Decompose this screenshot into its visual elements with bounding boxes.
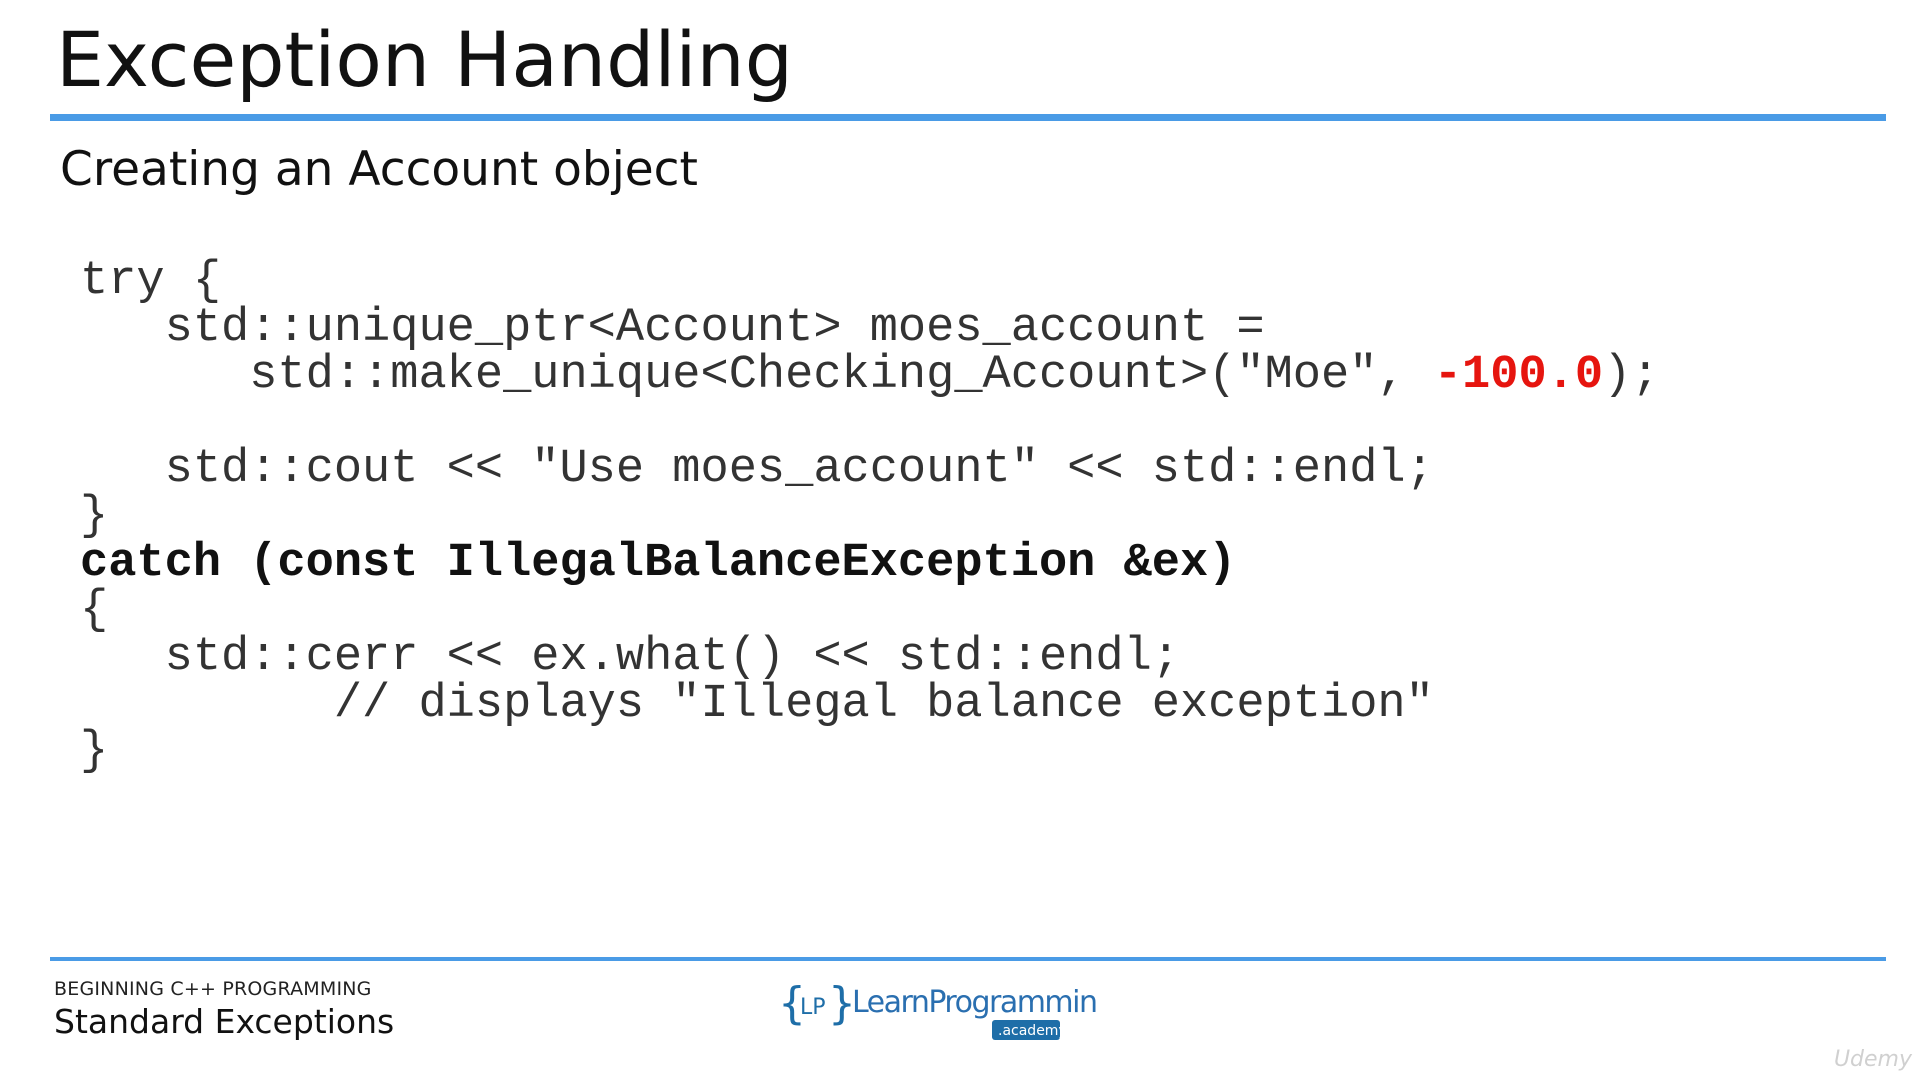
- code-line-catch: catch (const IllegalBalanceException &ex…: [80, 537, 1237, 590]
- logo-text: LearnProgramming: [852, 985, 1096, 1020]
- code-line: }: [80, 490, 109, 543]
- code-segment: );: [1603, 349, 1660, 402]
- code-comment: // displays "Illegal balance exception": [80, 678, 1434, 731]
- code-line: {: [80, 584, 109, 637]
- course-name: BEGINNING C++ PROGRAMMING: [54, 978, 372, 1000]
- code-line: std::unique_ptr<Account> moes_account =: [80, 302, 1265, 355]
- slide-title: Exception Handling: [56, 15, 793, 104]
- code-segment: std::make_unique<Checking_Account>("Moe"…: [80, 349, 1434, 402]
- slide-subtitle: Creating an Account object: [60, 142, 698, 197]
- code-line: }: [80, 725, 109, 778]
- logo-initials: LP: [800, 995, 826, 1020]
- title-divider: [50, 114, 1886, 121]
- learnprogramming-logo: { LP } LearnProgramming .academy: [778, 978, 1096, 1040]
- code-line: try {: [80, 255, 222, 308]
- code-line: std::cerr << ex.what() << std::endl;: [80, 631, 1180, 684]
- logo-subtext: .academy: [998, 1023, 1067, 1039]
- highlighted-value: -100.0: [1433, 349, 1604, 402]
- code-line: std::cout << "Use moes_account" << std::…: [80, 443, 1434, 496]
- code-line: std::make_unique<Checking_Account>("Moe"…: [80, 352, 1659, 399]
- udemy-watermark: Udemy: [1833, 1047, 1912, 1072]
- footer-divider: [50, 957, 1886, 961]
- section-name: Standard Exceptions: [54, 1002, 395, 1041]
- code-block: try { std::unique_ptr<Account> moes_acco…: [80, 258, 1659, 775]
